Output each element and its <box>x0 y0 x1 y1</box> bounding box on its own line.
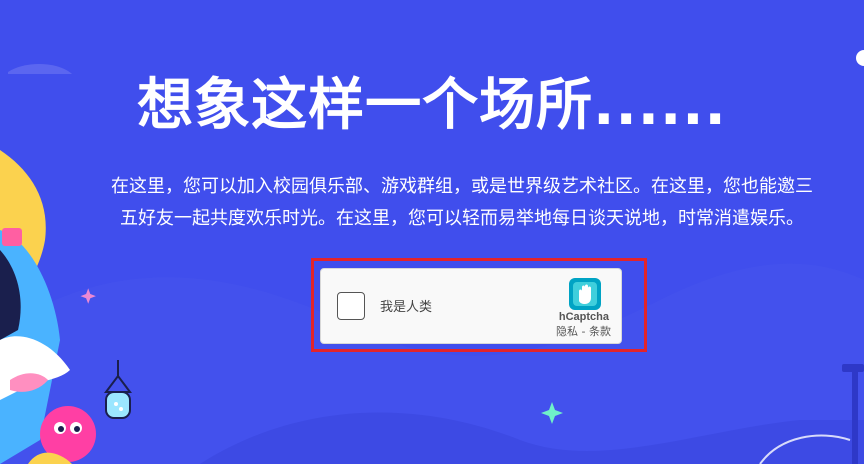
hero-description: 在这里，您可以加入校园俱乐部、游戏群组，或是世界级艺术社区。在这里，您也能邀三 … <box>60 171 864 235</box>
hcaptcha-logo-icon <box>569 278 601 310</box>
hero-description-line-2: 五好友一起共度欢乐时光。在这里，您可以轻而易举地每日谈天说地，时常消遣娱乐。 <box>120 208 804 229</box>
hcaptcha-widget: 我是人类 hCaptcha 隐私 - 条款 <box>320 268 622 344</box>
captcha-link-separator: - <box>578 325 589 338</box>
captcha-footer-links: 隐私 - 条款 <box>556 323 611 339</box>
hero-title: 想象这样一个场所...... <box>137 73 727 138</box>
captcha-checkbox-label: 我是人类 <box>380 300 433 315</box>
hero-description-line-1: 在这里，您可以加入校园俱乐部、游戏群组，或是世界级艺术社区。在这里，您也能邀三 <box>111 176 813 197</box>
captcha-privacy-link[interactable]: 隐私 <box>556 325 578 338</box>
captcha-checkbox[interactable] <box>337 292 365 320</box>
hcaptcha-brand-label: hCaptcha <box>558 311 609 323</box>
captcha-terms-link[interactable]: 条款 <box>589 325 611 338</box>
